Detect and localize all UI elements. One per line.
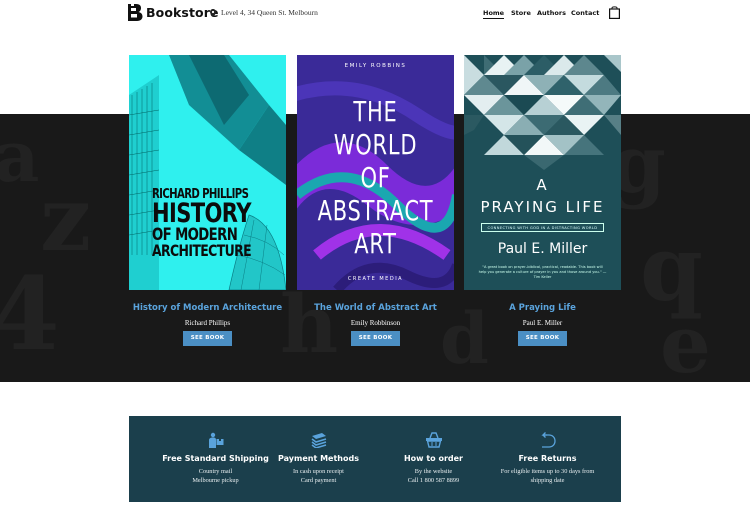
brand-name: Bookstore xyxy=(146,5,219,20)
feature-text: By the website xyxy=(414,468,453,475)
feature-order: How to order By the website Call 1 800 5… xyxy=(372,416,495,502)
see-book-button[interactable]: SEE BOOK xyxy=(351,331,400,346)
decorative-glyph: a xyxy=(0,115,40,198)
money-stack-icon xyxy=(311,433,326,448)
features-panel: Free Standard Shipping Country mail Melb… xyxy=(129,416,621,502)
book-cover-praying-life[interactable]: A PRAYING LIFE CONNECTING WITH GOD IN A … xyxy=(464,55,621,290)
cover-author: Paul E. Miller xyxy=(497,241,588,257)
nav-contact[interactable]: Contact xyxy=(571,9,599,17)
feature-title: Payment Methods xyxy=(278,454,359,463)
book-cover-architecture[interactable]: RICHARD PHILLIPS HISTORY OF MODERN ARCHI… xyxy=(129,55,286,290)
decorative-glyph: z xyxy=(40,166,92,272)
cover-author: EMILY ROBBINS xyxy=(344,63,407,69)
book-author: Richard Phillips xyxy=(184,319,231,327)
return-arrow-icon xyxy=(540,432,556,448)
logo-icon xyxy=(128,4,143,21)
cover-title: PRAYING LIFE xyxy=(480,198,605,216)
feature-returns: Free Returns For eligible items up to 30… xyxy=(486,416,609,502)
cover-title-article: A xyxy=(536,176,549,194)
see-book-button[interactable]: SEE BOOK xyxy=(183,331,232,346)
site-header: Bookstore Level 4, 34 Queen St. Melbourn… xyxy=(0,0,750,28)
cover-quote: "A great book on prayer–biblical, practi… xyxy=(478,265,607,279)
cover-publisher: CREATE MEDIA xyxy=(347,276,404,282)
location-pin-icon xyxy=(210,8,216,17)
shopping-bag-icon[interactable] xyxy=(609,6,620,19)
nav-store[interactable]: Store xyxy=(511,9,531,17)
decorative-glyph: e xyxy=(660,297,711,382)
cover-title: RICHARD PHILLIPS HISTORY OF MODERN ARCHI… xyxy=(152,187,252,261)
feature-title: How to order xyxy=(403,454,463,463)
see-book-button[interactable]: SEE BOOK xyxy=(518,331,567,346)
feature-text: shipping date xyxy=(530,477,565,484)
book-title-link[interactable]: The World of Abstract Art xyxy=(297,303,454,313)
delivery-man-icon xyxy=(208,432,223,448)
book-author: Emily Robbinson xyxy=(350,319,401,327)
cover-title: THE WORLD OF ABSTRACT ART xyxy=(317,95,434,260)
book-title-link[interactable]: A Praying Life xyxy=(464,303,621,313)
book-title-link[interactable]: History of Modern Architecture xyxy=(129,303,286,313)
decorative-glyph: 4 xyxy=(0,255,60,373)
nav-home[interactable]: Home xyxy=(483,9,505,19)
feature-text: For eligible items up to 30 days from xyxy=(500,468,595,475)
decorative-glyph: d xyxy=(440,297,489,380)
cover-tagline: CONNECTING WITH GOD IN A DISTRACTING WOR… xyxy=(481,223,604,232)
book-author: Paul E. Miller xyxy=(522,319,563,327)
book-cover-abstract-art[interactable]: EMILY ROBBINS THE WORLD OF ABSTRACT ART … xyxy=(297,55,454,290)
logo[interactable]: Bookstore xyxy=(128,4,219,21)
basket-icon xyxy=(425,432,442,448)
feature-payment: Payment Methods In cash upon receipt Car… xyxy=(257,416,380,502)
feature-text: Call 1 800 587 8899 xyxy=(407,477,460,484)
address: Level 4, 34 Queen St. Melbourn xyxy=(210,8,318,17)
feature-title: Free Returns xyxy=(518,454,577,463)
address-text: Level 4, 34 Queen St. Melbourn xyxy=(221,8,318,17)
feature-text: In cash upon receipt xyxy=(293,468,344,475)
nav-authors[interactable]: Authors xyxy=(537,9,566,17)
feature-text: Card payment xyxy=(300,477,337,484)
